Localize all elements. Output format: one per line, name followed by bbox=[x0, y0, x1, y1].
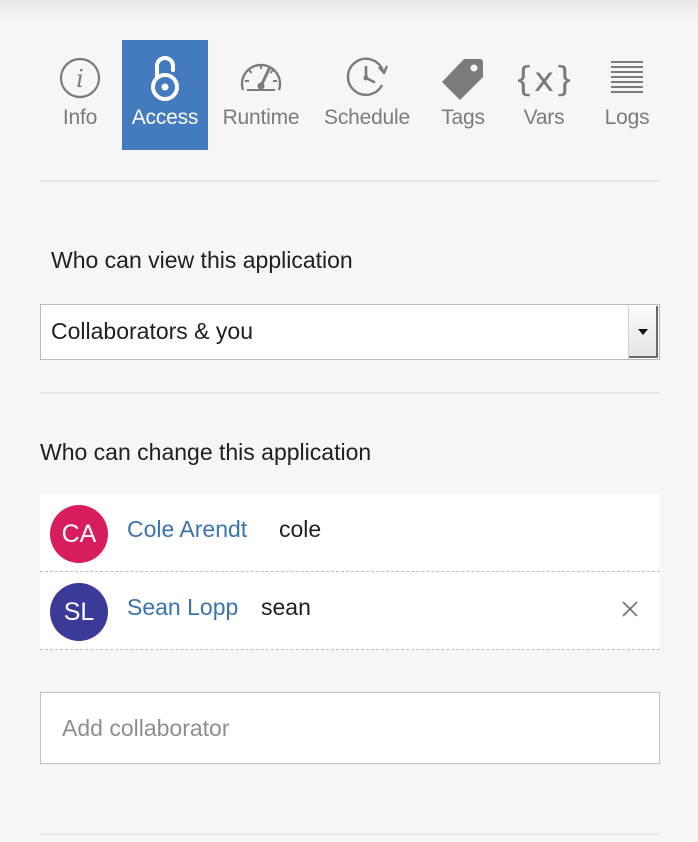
view-access-select[interactable]: Collaborators & you bbox=[40, 304, 660, 360]
tab-vars[interactable]: {x} Vars bbox=[514, 40, 574, 150]
divider bbox=[40, 180, 660, 182]
add-collaborator-input[interactable] bbox=[40, 692, 660, 764]
tab-label: Access bbox=[131, 106, 199, 129]
svg-text:{x}: {x} bbox=[518, 60, 570, 100]
tab-runtime[interactable]: Runtime bbox=[218, 40, 304, 150]
avatar: CA bbox=[50, 505, 108, 563]
tab-label: Info bbox=[62, 106, 98, 129]
top-shadow bbox=[0, 0, 698, 22]
settings-tabs: i Info Access Runtime Schedule Tags x Va… bbox=[0, 40, 698, 150]
info-icon: i bbox=[58, 52, 102, 104]
tab-logs[interactable]: Logs bbox=[596, 40, 658, 150]
tab-access[interactable]: Access bbox=[122, 40, 208, 150]
divider bbox=[40, 392, 660, 394]
tab-schedule[interactable]: Schedule bbox=[320, 40, 414, 150]
tab-info[interactable]: i Info bbox=[50, 40, 110, 150]
logs-icon bbox=[609, 52, 645, 104]
tab-tags[interactable]: Tags bbox=[432, 40, 494, 150]
tab-label: Runtime bbox=[222, 106, 300, 129]
avatar: SL bbox=[50, 583, 108, 641]
tab-label: Vars bbox=[523, 106, 565, 129]
lock-icon bbox=[148, 52, 182, 104]
tab-label: Tags bbox=[441, 106, 485, 129]
remove-collaborator-close-icon[interactable] bbox=[620, 599, 640, 619]
view-access-value: Collaborators & you bbox=[51, 318, 253, 344]
view-access-heading: Who can view this application bbox=[51, 247, 353, 273]
divider bbox=[40, 833, 660, 835]
collaborator-username: sean bbox=[261, 594, 311, 620]
tab-label: Logs bbox=[604, 106, 650, 129]
collaborator-name-link[interactable]: Sean Lopp bbox=[127, 594, 238, 621]
collaborator-row: SL Sean Lopp sean bbox=[40, 572, 660, 650]
gauge-icon bbox=[237, 52, 285, 104]
collaborator-row: CA Cole Arendt cole bbox=[40, 494, 660, 572]
change-access-heading: Who can change this application bbox=[40, 439, 372, 465]
tag-icon bbox=[440, 52, 486, 104]
collaborator-name-link[interactable]: Cole Arendt bbox=[127, 516, 247, 543]
collaborator-username: cole bbox=[279, 516, 322, 542]
clock-icon bbox=[343, 52, 391, 104]
collaborator-list: CA Cole Arendt cole SL Sean Lopp sean bbox=[40, 494, 660, 650]
variable-icon: {x} bbox=[518, 52, 570, 104]
tab-label: Schedule bbox=[324, 106, 410, 129]
svg-text:i: i bbox=[76, 65, 84, 93]
dropdown-arrow-icon[interactable] bbox=[628, 306, 658, 358]
